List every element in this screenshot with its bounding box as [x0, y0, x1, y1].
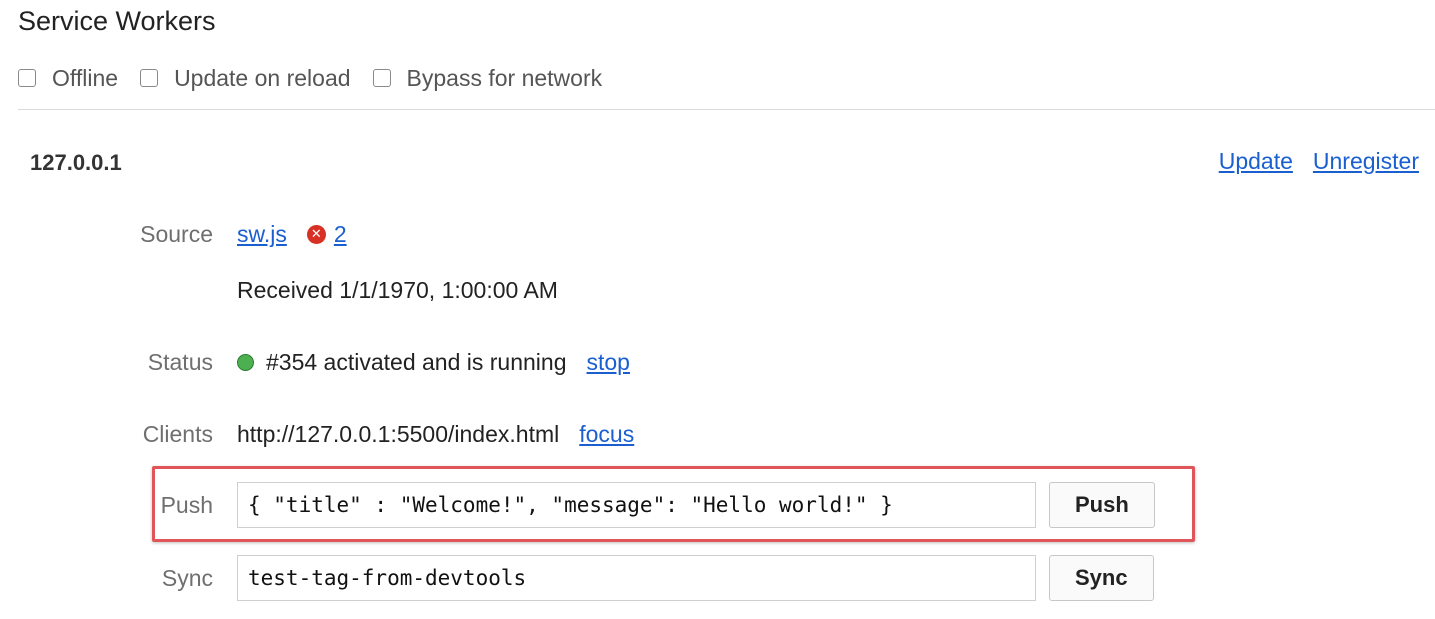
clients-label: Clients — [142, 420, 213, 447]
offline-label: Offline — [52, 64, 119, 91]
focus-link[interactable]: focus — [579, 421, 634, 448]
bypass-for-network-checkbox[interactable] — [372, 69, 391, 87]
offline-option[interactable]: Offline — [18, 65, 118, 92]
update-on-reload-checkbox[interactable] — [140, 69, 159, 87]
worker-origin: 127.0.0.1 — [30, 150, 122, 175]
panel-title: Service Workers — [18, 6, 216, 36]
options-bar: Offline Update on reload Bypass for netw… — [18, 62, 624, 94]
status-text: #354 activated and is running — [266, 348, 567, 375]
sync-button[interactable]: Sync — [1049, 555, 1154, 601]
update-on-reload-label: Update on reload — [174, 64, 351, 91]
bypass-for-network-label: Bypass for network — [406, 64, 603, 91]
bypass-for-network-option[interactable]: Bypass for network — [372, 64, 603, 92]
status-running-icon — [237, 353, 254, 371]
stop-link[interactable]: stop — [587, 349, 630, 376]
error-icon: ✕ — [306, 224, 326, 244]
unregister-link[interactable]: Unregister — [1313, 148, 1419, 175]
update-on-reload-option[interactable]: Update on reload — [140, 64, 351, 92]
status-label: Status — [147, 348, 213, 375]
divider — [18, 109, 1435, 110]
received-text: Received 1/1/1970, 1:00:00 AM — [237, 276, 558, 303]
sync-tag-input[interactable] — [237, 555, 1036, 601]
sync-label: Sync — [161, 564, 213, 591]
source-row: Source sw.js ✕ 2 — [0, 216, 347, 252]
clients-row: Clients http://127.0.0.1:5500/index.html… — [0, 416, 635, 452]
sync-row: Sync Sync — [0, 555, 1154, 601]
source-label: Source — [140, 220, 213, 247]
source-file-link[interactable]: sw.js — [237, 221, 287, 248]
update-link[interactable]: Update — [1219, 148, 1293, 175]
received-row: Received 1/1/1970, 1:00:00 AM — [0, 272, 558, 308]
push-highlight-box — [152, 466, 1195, 542]
worker-actions: Update Unregister — [1199, 148, 1419, 175]
error-count-link[interactable]: 2 — [334, 221, 347, 248]
offline-checkbox[interactable] — [18, 69, 36, 87]
status-row: Status #354 activated and is running sto… — [0, 344, 630, 380]
client-url: http://127.0.0.1:5500/index.html — [237, 420, 560, 447]
